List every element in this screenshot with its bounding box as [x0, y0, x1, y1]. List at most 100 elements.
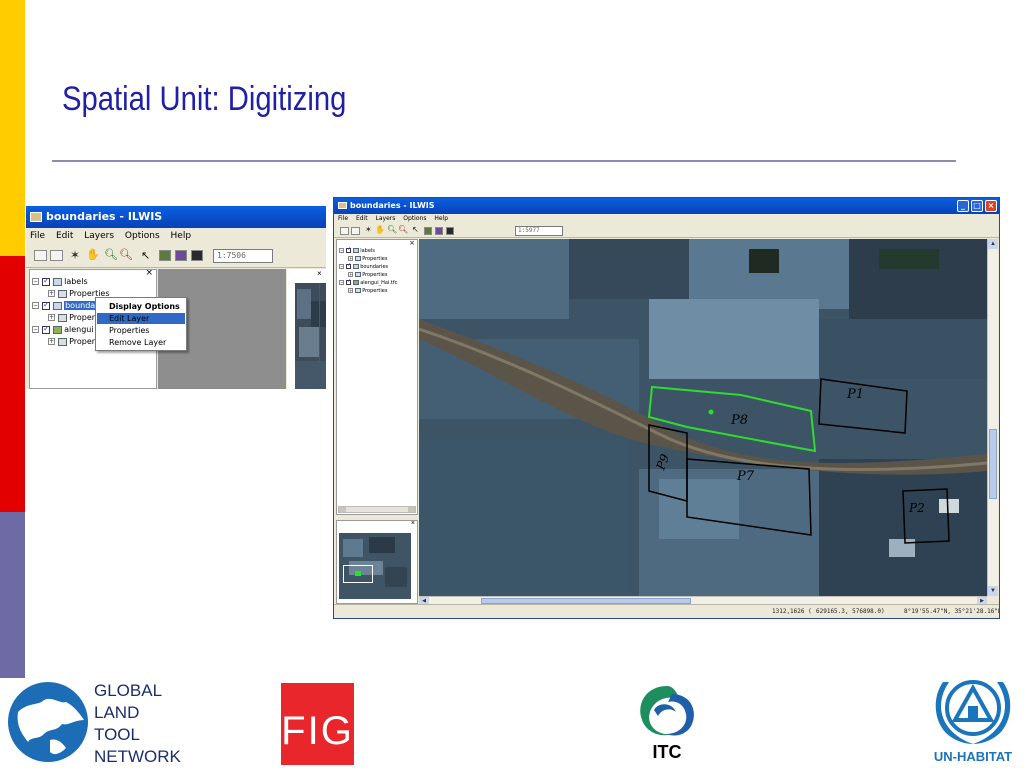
- visibility-checkbox[interactable]: [42, 300, 50, 310]
- expand-icon[interactable]: +: [48, 290, 55, 297]
- fig-logo-text: FIG: [281, 709, 354, 753]
- menu-file[interactable]: File: [338, 214, 348, 224]
- menu-item-edit-layer[interactable]: Edit Layer: [97, 313, 185, 324]
- menu-layers[interactable]: Layers: [376, 214, 396, 224]
- scroll-thumb[interactable]: [989, 429, 997, 499]
- menu-item-remove-layer[interactable]: Remove Layer: [97, 337, 185, 348]
- collapse-icon[interactable]: −: [339, 280, 344, 285]
- menu-edit[interactable]: Edit: [56, 228, 73, 245]
- context-menu: Display Options Edit Layer Properties Re…: [95, 297, 187, 351]
- collapse-icon[interactable]: −: [339, 264, 344, 269]
- tree-item-labels[interactable]: − labels: [32, 276, 88, 286]
- copy-icon[interactable]: [50, 250, 63, 261]
- new-window-icon[interactable]: [34, 250, 47, 261]
- menu-options[interactable]: Options: [125, 228, 160, 245]
- tree-item-properties[interactable]: + Properties: [348, 288, 387, 294]
- visibility-checkbox[interactable]: [42, 324, 50, 334]
- close-panel-icon[interactable]: ×: [145, 270, 153, 278]
- map-view-close-icon[interactable]: ×: [317, 270, 322, 278]
- tree-scrollbar[interactable]: [338, 506, 416, 513]
- tree-item-properties[interactable]: + Properties: [348, 272, 387, 278]
- properties-icon: [57, 313, 67, 322]
- overview-close-icon[interactable]: ×: [411, 521, 415, 527]
- collapse-icon[interactable]: −: [32, 278, 39, 285]
- zoom-in-icon[interactable]: 🔍︎: [104, 248, 118, 261]
- parcel-label-p7: P7: [737, 469, 755, 484]
- map-vertical-scrollbar[interactable]: ▲ ▼: [987, 239, 998, 596]
- menu-layers[interactable]: Layers: [84, 228, 114, 245]
- gltn-line-land: LAND: [94, 703, 140, 722]
- pan-tool-icon[interactable]: ✋: [86, 248, 100, 261]
- zoom-in-icon[interactable]: 🔍︎: [387, 225, 397, 234]
- map-view[interactable]: P1 P8 P7 P2 P9: [419, 239, 987, 596]
- scroll-right-arrow[interactable]: [408, 507, 415, 512]
- scale-field[interactable]: 1:5977: [515, 226, 563, 236]
- menu-help[interactable]: Help: [434, 214, 448, 224]
- menu-file[interactable]: File: [30, 228, 45, 245]
- menu-item-display-options[interactable]: Display Options: [97, 301, 185, 312]
- itc-logo-text: ITC: [652, 742, 682, 762]
- expand-icon[interactable]: +: [48, 314, 55, 321]
- collapse-icon[interactable]: −: [32, 326, 39, 333]
- tree-item-raster[interactable]: − alengui_Hai.tfc: [339, 278, 397, 286]
- remove-layer-icon[interactable]: [435, 227, 443, 235]
- menu-edit[interactable]: Edit: [356, 214, 368, 224]
- tree-item-boundaries[interactable]: − boundaries: [339, 262, 388, 270]
- properties-icon: [354, 288, 361, 293]
- close-panel-icon[interactable]: ×: [409, 240, 415, 247]
- visibility-checkbox[interactable]: [346, 246, 351, 253]
- scroll-down-arrow[interactable]: ▼: [988, 586, 998, 596]
- tree-item-properties[interactable]: + Proper: [48, 313, 95, 322]
- expand-icon[interactable]: +: [348, 256, 353, 261]
- overview-map[interactable]: [339, 533, 411, 599]
- add-layer-icon[interactable]: [424, 227, 432, 235]
- menu-item-properties[interactable]: Properties: [97, 325, 185, 336]
- menu-bar: File Edit Layers Options Help: [26, 228, 326, 245]
- map-view-small[interactable]: ×: [287, 269, 326, 389]
- new-window-icon[interactable]: [340, 227, 349, 235]
- accent-bar-slate: [0, 512, 25, 678]
- gltn-line-network: NETWORK: [94, 747, 181, 766]
- visibility-checkbox[interactable]: [346, 278, 351, 285]
- collapse-icon[interactable]: −: [32, 302, 39, 309]
- visibility-checkbox[interactable]: [42, 276, 50, 286]
- window-titlebar[interactable]: boundaries - ILWIS: [26, 206, 326, 228]
- maximize-button[interactable]: □: [971, 200, 983, 212]
- pointer-icon[interactable]: ↖: [141, 249, 150, 262]
- parcel-label-p1: P1: [847, 387, 865, 402]
- scroll-up-arrow[interactable]: ▲: [988, 239, 998, 249]
- tree-item-properties[interactable]: + Proper: [48, 337, 95, 346]
- save-icon[interactable]: [191, 250, 203, 261]
- scale-field[interactable]: 1:7506: [213, 249, 273, 263]
- tree-item-labels[interactable]: − labels: [339, 246, 375, 254]
- properties-icon: [57, 337, 67, 346]
- menu-options[interactable]: Options: [403, 214, 426, 224]
- expand-icon[interactable]: +: [348, 272, 353, 277]
- zoom-out-icon[interactable]: 🔍︎: [398, 225, 408, 234]
- zoom-out-icon[interactable]: 🔍︎: [119, 248, 133, 261]
- expand-icon[interactable]: +: [48, 338, 55, 345]
- pointer-icon[interactable]: ↖: [412, 225, 419, 234]
- add-layer-icon[interactable]: [159, 250, 171, 261]
- tree-item-boundaries[interactable]: − bounda: [32, 300, 97, 310]
- minimize-button[interactable]: _: [957, 200, 969, 212]
- window-title: boundaries - ILWIS: [350, 201, 435, 210]
- pan-tool-icon[interactable]: ✋: [375, 225, 385, 234]
- collapse-icon[interactable]: −: [339, 248, 344, 253]
- scroll-left-arrow[interactable]: [339, 507, 346, 512]
- save-icon[interactable]: [446, 227, 454, 235]
- tree-item-properties[interactable]: + Properties: [348, 256, 387, 262]
- gltn-line-tool: TOOL: [94, 725, 140, 744]
- expand-icon[interactable]: +: [348, 288, 353, 293]
- remove-layer-icon[interactable]: [175, 250, 187, 261]
- itc-logo: ITC: [632, 680, 702, 764]
- tree-item-raster[interactable]: − alengui: [32, 324, 94, 334]
- window-titlebar[interactable]: boundaries - ILWIS _ □ ×: [334, 198, 999, 214]
- select-tool-icon[interactable]: ✶: [70, 248, 80, 262]
- menu-help[interactable]: Help: [171, 228, 192, 245]
- copy-icon[interactable]: [351, 227, 360, 235]
- close-button[interactable]: ×: [985, 200, 997, 212]
- select-tool-icon[interactable]: ✶: [365, 225, 372, 234]
- tree-item-label: alengui: [64, 325, 94, 334]
- visibility-checkbox[interactable]: [346, 262, 351, 269]
